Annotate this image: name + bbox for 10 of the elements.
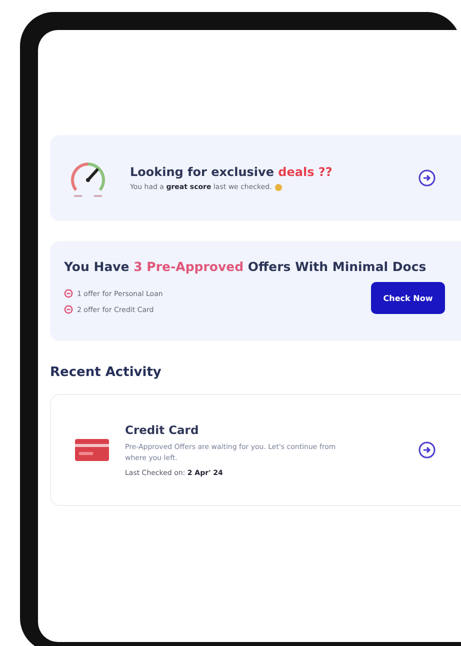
arrow-button-icon[interactable] — [418, 441, 436, 459]
offer-icon — [64, 305, 73, 314]
activity-title: Credit Card — [125, 422, 200, 437]
section-heading: Recent Activity — [50, 365, 162, 380]
check-now-button[interactable]: Check Now — [371, 282, 445, 314]
offer-icon — [64, 289, 73, 298]
credit-card-icon — [75, 439, 109, 461]
deals-title: Looking for exclusive deals ?? — [130, 165, 334, 179]
offers-title: You Have 3 Pre-Approved Offers With Minimal Docs — [64, 259, 428, 274]
arrow-button-icon[interactable] — [418, 169, 436, 187]
